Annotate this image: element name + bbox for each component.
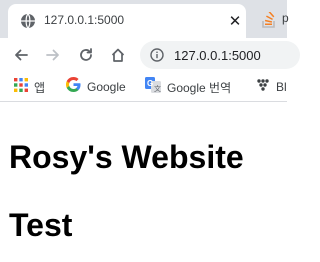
page-content: Rosy's Website Test [0, 103, 287, 262]
browser-toolbar: 127.0.0.1:5000 [0, 38, 300, 72]
forward-arrow-icon[interactable] [40, 42, 66, 68]
google-icon [66, 77, 81, 97]
tab-active[interactable]: 127.0.0.1:5000 ✕ [8, 4, 246, 38]
address-bar[interactable]: 127.0.0.1:5000 [140, 41, 300, 69]
tab-strip: 127.0.0.1:5000 ✕ p [0, 0, 289, 38]
info-icon[interactable] [150, 48, 164, 62]
globe-icon [20, 13, 36, 29]
url-text[interactable]: 127.0.0.1:5000 [174, 48, 261, 63]
tab-title: 127.0.0.1:5000 [44, 13, 125, 27]
page-heading: Rosy's Website [9, 139, 244, 175]
apps-grid-icon [14, 77, 28, 97]
home-icon[interactable] [105, 42, 131, 68]
bookmark-label: Google [87, 80, 126, 94]
tab-inactive[interactable]: p [252, 6, 292, 36]
bookmark-label: Bl [276, 80, 287, 94]
bookmark-google-translate[interactable]: G 文 Google 번역 [145, 76, 232, 98]
svg-text:文: 文 [154, 84, 161, 93]
back-arrow-icon[interactable] [8, 42, 34, 68]
tab-title: p [282, 11, 289, 25]
bookmark-google[interactable]: Google [66, 77, 126, 97]
bookmark-apps[interactable]: 앱 [14, 77, 46, 97]
google-translate-icon: G 文 [145, 76, 161, 98]
svg-text:G: G [147, 79, 153, 88]
close-icon[interactable]: ✕ [226, 12, 244, 30]
dots-icon [256, 78, 270, 97]
page-subheading: Test [9, 207, 73, 243]
bookmark-label: 앱 [34, 80, 46, 95]
reload-icon[interactable] [73, 42, 99, 68]
bookmark-label: Google 번역 [167, 80, 232, 95]
bookmark-blog[interactable]: Bl [256, 78, 287, 97]
stackoverflow-icon [262, 11, 276, 28]
bookmarks-bar: 앱 Google G 文 Google 번역 Bl [0, 72, 287, 102]
